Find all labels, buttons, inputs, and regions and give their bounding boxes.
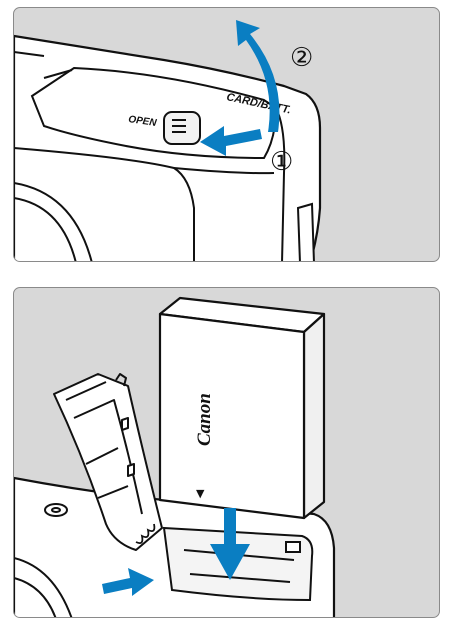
insert-battery-panel: Canon ▼ [13, 287, 440, 618]
battery-brand-label: Canon [194, 393, 215, 446]
open-cover-illustration: CARD/BATT. OPEN ① ② [14, 20, 322, 261]
step-one-marker: ① [270, 147, 293, 177]
battery-orientation-mark: ▼ [196, 487, 205, 500]
open-cover-panel: CARD/BATT. OPEN ① ② [13, 7, 440, 262]
battery [158, 296, 326, 520]
step-two-marker: ② [290, 43, 313, 73]
screw-mark [44, 503, 68, 517]
open-lever [163, 111, 201, 145]
insert-battery-illustration: Canon ▼ [14, 296, 336, 617]
strap-lug [296, 202, 315, 261]
